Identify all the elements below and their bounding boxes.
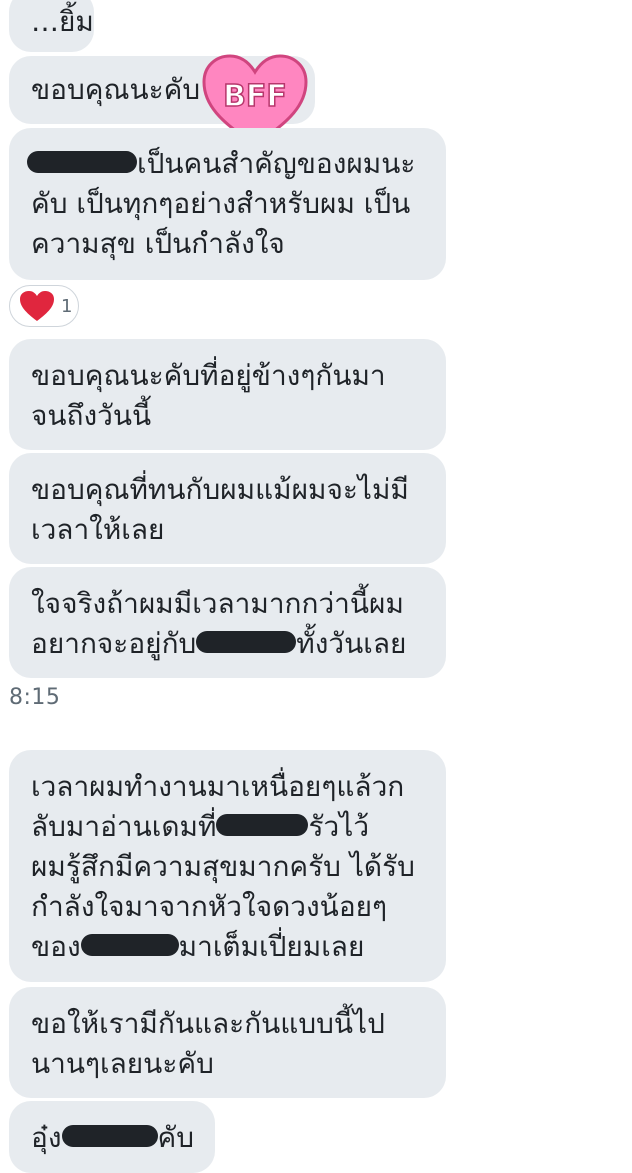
message-text: ลับมาอ่านเดมที่ xyxy=(31,810,217,843)
redacted-name xyxy=(61,1125,158,1147)
message-bubble[interactable]: ใจจริงถ้าผมมีเวลามากกว่านี้ผม อยากจะอยู่… xyxy=(9,567,446,678)
message-text: ขอบคุณที่ทนกับผมแม้ผมจะไม่มี xyxy=(31,473,409,506)
message-bubble[interactable]: อุ๋ง คับ xyxy=(9,1101,215,1173)
message-text: จนถึงวันนี้ xyxy=(31,399,152,432)
message-text: ความสุข เป็นกำลังใจ xyxy=(31,227,285,260)
message-bubble[interactable]: ขอบคุณที่ทนกับผมแม้ผมจะไม่มี เวลาให้เลย xyxy=(9,453,446,564)
message-text: เป็นคนสำคัญของผมนะ xyxy=(137,147,416,180)
message-text: ขอให้เรามีกันและกันแบบนี้ไป xyxy=(31,1007,385,1040)
message-text: อุ๋ง xyxy=(31,1121,62,1154)
message-bubble[interactable]: เวลาผมทำงานมาเหนื่อยๆแล้วก ลับมาอ่านเดมท… xyxy=(9,750,446,982)
message-line: อยากจะอยู่กับ ทั้งวันเลย xyxy=(31,624,424,664)
message-text: คับ xyxy=(157,1121,195,1154)
message-text: ขอบคุณนะคับที่อยู่ข้างๆกันมา xyxy=(31,359,386,392)
message-text: ผมรู้สึกมีความสุขมากครับ ได้รับ xyxy=(31,850,415,883)
message-text: …ยิ้ม xyxy=(31,5,94,38)
redacted-name xyxy=(27,151,137,173)
message-text: กำลังใจมาจากหัวใจดวงน้อยๆ xyxy=(31,890,388,923)
message-text: ของ xyxy=(31,930,81,963)
message-bubble[interactable]: …ยิ้ม xyxy=(9,0,94,52)
message-text: เวลาผมทำงานมาเหนื่อยๆแล้วก xyxy=(31,770,405,803)
message-text: อยากจะอยู่กับ xyxy=(31,627,197,660)
message-text: มาเต็มเปี่ยมเลย xyxy=(178,930,365,963)
message-text: นานๆเลยนะคับ xyxy=(31,1047,214,1080)
message-text: ใจจริงถ้าผมมีเวลามากกว่านี้ผม xyxy=(31,587,404,620)
message-text: รัวไว้ xyxy=(308,810,370,843)
message-bubble[interactable]: ขอให้เรามีกันและกันแบบนี้ไป นานๆเลยนะคับ xyxy=(9,987,446,1098)
message-line: ลับมาอ่านเดมที่ รัวไว้ xyxy=(31,807,424,847)
message-text: ทั้งวันเลย xyxy=(296,627,407,660)
sticker-text: BFF xyxy=(223,79,287,114)
message-bubble[interactable]: เป็นคนสำคัญของผมนะ คับ เป็นทุกๆอย่างสำหร… xyxy=(9,128,446,280)
message-bubble[interactable]: ขอบคุณนะคับที่อยู่ข้างๆกันมา จนถึงวันนี้ xyxy=(9,339,446,450)
message-text: เวลาให้เลย xyxy=(31,513,165,546)
reaction-count: 1 xyxy=(61,295,73,317)
heart-icon xyxy=(20,291,54,321)
message-line: ของ มาเต็มเปี่ยมเลย xyxy=(31,927,424,967)
message-line: อุ๋ง คับ xyxy=(31,1118,195,1158)
timestamp: 8:15 xyxy=(9,685,61,710)
message-line: เป็นคนสำคัญของผมนะ xyxy=(27,144,424,184)
redacted-name xyxy=(216,814,309,836)
message-text: คับ เป็นทุกๆอย่างสำหรับผม เป็น xyxy=(31,187,411,220)
redacted-name xyxy=(196,631,297,653)
reaction-badge[interactable]: 1 xyxy=(9,285,79,327)
redacted-name xyxy=(80,934,179,956)
